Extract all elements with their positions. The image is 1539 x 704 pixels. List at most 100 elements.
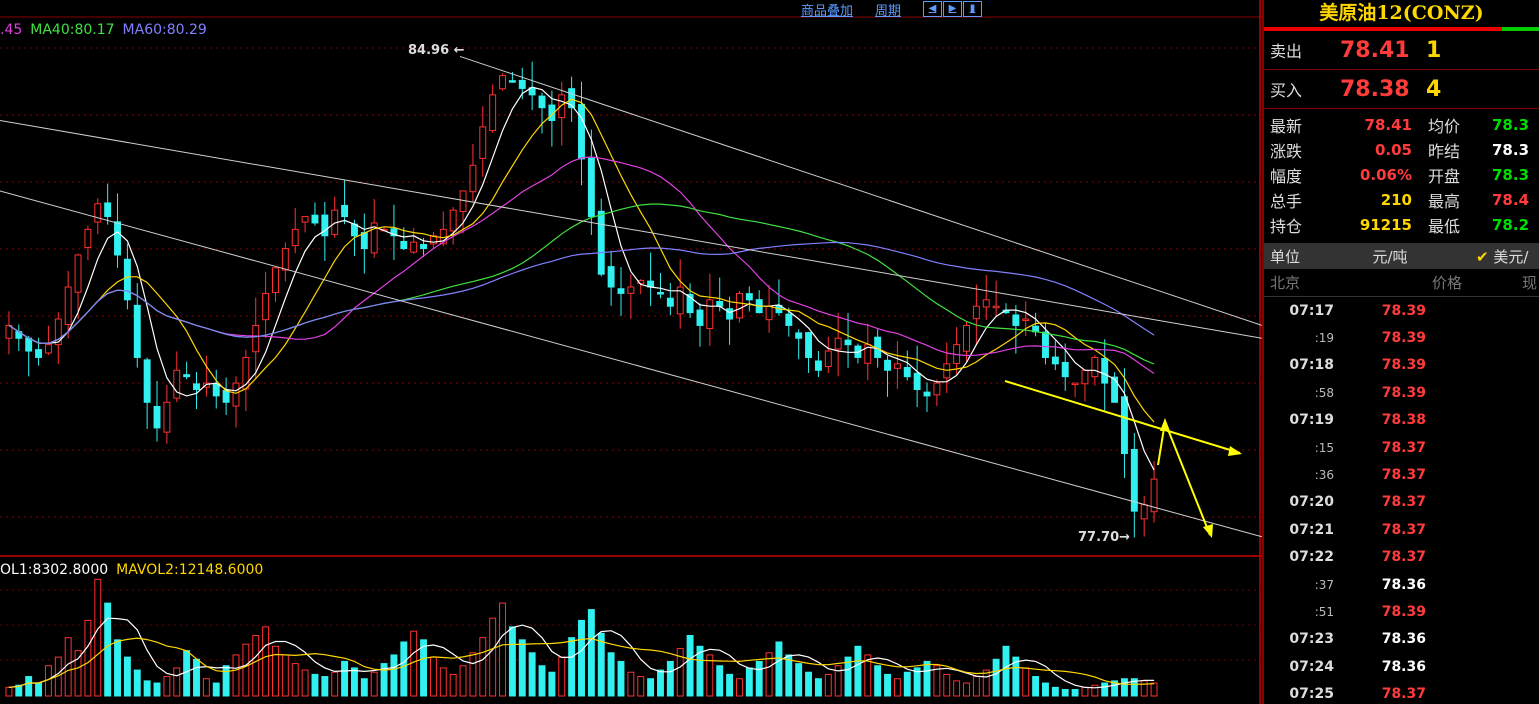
volume-bar bbox=[301, 669, 309, 697]
volume-bar bbox=[992, 658, 1000, 697]
ma-legend: .45 MA40:80.17 MA60:80.29 bbox=[0, 22, 207, 38]
stat-label: 开盘 bbox=[1428, 166, 1461, 186]
stat-value: 210 bbox=[1380, 190, 1412, 209]
stat-label: 均价 bbox=[1428, 116, 1461, 136]
tick-list[interactable]: 07:17 78.39:19 78.39 07:18 78.39:58 78.39… bbox=[1264, 297, 1539, 704]
stat-row: 总手 210 最高 78.4 bbox=[1264, 187, 1539, 212]
bid-volume: 4 bbox=[1426, 76, 1442, 102]
overlay-link[interactable]: 商品叠加 bbox=[801, 0, 853, 19]
tick-row[interactable]: :51 78.39 bbox=[1264, 598, 1539, 625]
volume-bar bbox=[272, 645, 279, 697]
candle-body bbox=[716, 300, 724, 307]
volume-bar bbox=[1061, 689, 1069, 697]
volume-bar bbox=[133, 669, 141, 697]
candle-body bbox=[252, 324, 260, 353]
tick-row[interactable]: 07:24 78.36 bbox=[1264, 653, 1539, 680]
ask-label: 卖出 bbox=[1270, 42, 1303, 61]
tick-time: 07:18 bbox=[1289, 357, 1334, 374]
tick-row[interactable]: 07:25 78.37 bbox=[1264, 680, 1539, 704]
kline-chart[interactable] bbox=[0, 0, 1262, 704]
candle-body bbox=[272, 267, 279, 294]
candle-body bbox=[469, 164, 477, 193]
tick-row[interactable]: 07:19 78.38 bbox=[1264, 407, 1539, 434]
vol-legend-item: MAVOL2:12148.6000 bbox=[116, 562, 264, 578]
tick-time: :36 bbox=[1314, 468, 1334, 483]
annotation-arrow-line bbox=[1157, 418, 1211, 536]
volume-bar bbox=[666, 660, 674, 697]
candle-body bbox=[301, 216, 309, 223]
tick-price: 78.37 bbox=[1381, 686, 1426, 703]
volume-bar bbox=[884, 673, 891, 697]
candle-body bbox=[183, 374, 191, 378]
volume-bar bbox=[84, 619, 92, 697]
candle-body bbox=[212, 383, 220, 397]
arrow-head-icon bbox=[1228, 446, 1242, 456]
tick-row[interactable]: 07:17 78.39 bbox=[1264, 297, 1539, 324]
next-icon[interactable]: ▶ bbox=[943, 1, 962, 17]
tick-price: 78.39 bbox=[1381, 302, 1426, 319]
candle-body bbox=[222, 389, 230, 403]
candle-body bbox=[785, 313, 793, 326]
prev-icon[interactable]: ◀ bbox=[923, 1, 942, 17]
volume-bar bbox=[1101, 682, 1109, 697]
volume-bar bbox=[341, 660, 349, 697]
contract-title[interactable]: 美原油12(CONZ) bbox=[1264, 0, 1539, 27]
unit-row: 单位 元/吨 ✔ 美元/ bbox=[1264, 243, 1539, 269]
period-link[interactable]: 周期 bbox=[875, 0, 901, 19]
volume-bar bbox=[252, 635, 260, 697]
volume-bar bbox=[657, 669, 664, 697]
volume-bar bbox=[518, 639, 526, 697]
ask-row[interactable]: 卖出 78.41 1 bbox=[1264, 31, 1539, 70]
tick-row[interactable]: :37 78.36 bbox=[1264, 571, 1539, 598]
candle-body bbox=[884, 359, 891, 371]
stat-row: 涨跌 0.05 昨结 78.3 bbox=[1264, 137, 1539, 162]
volume-bar bbox=[281, 654, 289, 697]
volume-bar bbox=[193, 658, 200, 697]
candle-body bbox=[913, 372, 921, 390]
volume-bar bbox=[321, 676, 329, 697]
candle-body bbox=[735, 292, 743, 319]
candle-body bbox=[193, 383, 200, 390]
unit-cny[interactable]: 元/吨 bbox=[1340, 246, 1440, 267]
candle-body bbox=[1101, 358, 1109, 384]
tick-time: :15 bbox=[1314, 440, 1334, 455]
trend-line bbox=[459, 55, 1262, 326]
candle-body bbox=[291, 228, 299, 247]
bid-row[interactable]: 买入 78.38 4 bbox=[1264, 70, 1539, 109]
tick-row[interactable]: 07:23 78.36 bbox=[1264, 626, 1539, 653]
candle-body bbox=[1042, 331, 1049, 358]
candle-body bbox=[745, 293, 753, 301]
volume-bar bbox=[459, 665, 467, 697]
tick-row[interactable]: :36 78.37 bbox=[1264, 461, 1539, 488]
candle-body bbox=[696, 309, 704, 326]
check-icon: ✔ bbox=[1476, 247, 1489, 266]
tick-row[interactable]: 07:18 78.39 bbox=[1264, 352, 1539, 379]
end-icon[interactable]: ▮ bbox=[963, 1, 982, 17]
volume-bar bbox=[647, 678, 655, 697]
tick-row[interactable]: 07:20 78.37 bbox=[1264, 489, 1539, 516]
candle-body bbox=[1071, 382, 1079, 386]
ask-volume: 1 bbox=[1426, 37, 1442, 63]
volume-bar bbox=[1150, 682, 1158, 697]
candle-body bbox=[64, 286, 72, 326]
volume-bar bbox=[607, 652, 615, 697]
volume-bar bbox=[597, 632, 605, 697]
tick-price: 78.37 bbox=[1381, 467, 1426, 484]
kline-chart-area[interactable]: 商品叠加 周期 ◀ ▶ ▮ .45 MA40:80.17 MA60:80.29 … bbox=[0, 0, 1262, 704]
tick-time: 07:17 bbox=[1289, 302, 1334, 319]
tick-row[interactable]: 07:22 78.37 bbox=[1264, 544, 1539, 571]
volume-bar bbox=[903, 671, 911, 697]
tick-row[interactable]: :15 78.37 bbox=[1264, 434, 1539, 461]
candle-body bbox=[805, 332, 813, 358]
stat-value: 78.3 bbox=[1492, 140, 1530, 159]
volume-bar bbox=[795, 663, 803, 697]
volume-bar bbox=[350, 667, 358, 697]
volume-bar bbox=[933, 665, 941, 697]
candle-body bbox=[420, 243, 428, 250]
tick-row[interactable]: :58 78.39 bbox=[1264, 379, 1539, 406]
candle-body bbox=[844, 339, 852, 346]
tick-row[interactable]: 07:21 78.37 bbox=[1264, 516, 1539, 543]
candle-body bbox=[666, 297, 674, 307]
unit-usd-option[interactable]: ✔ 美元/ bbox=[1440, 246, 1528, 267]
tick-row[interactable]: :19 78.39 bbox=[1264, 324, 1539, 351]
